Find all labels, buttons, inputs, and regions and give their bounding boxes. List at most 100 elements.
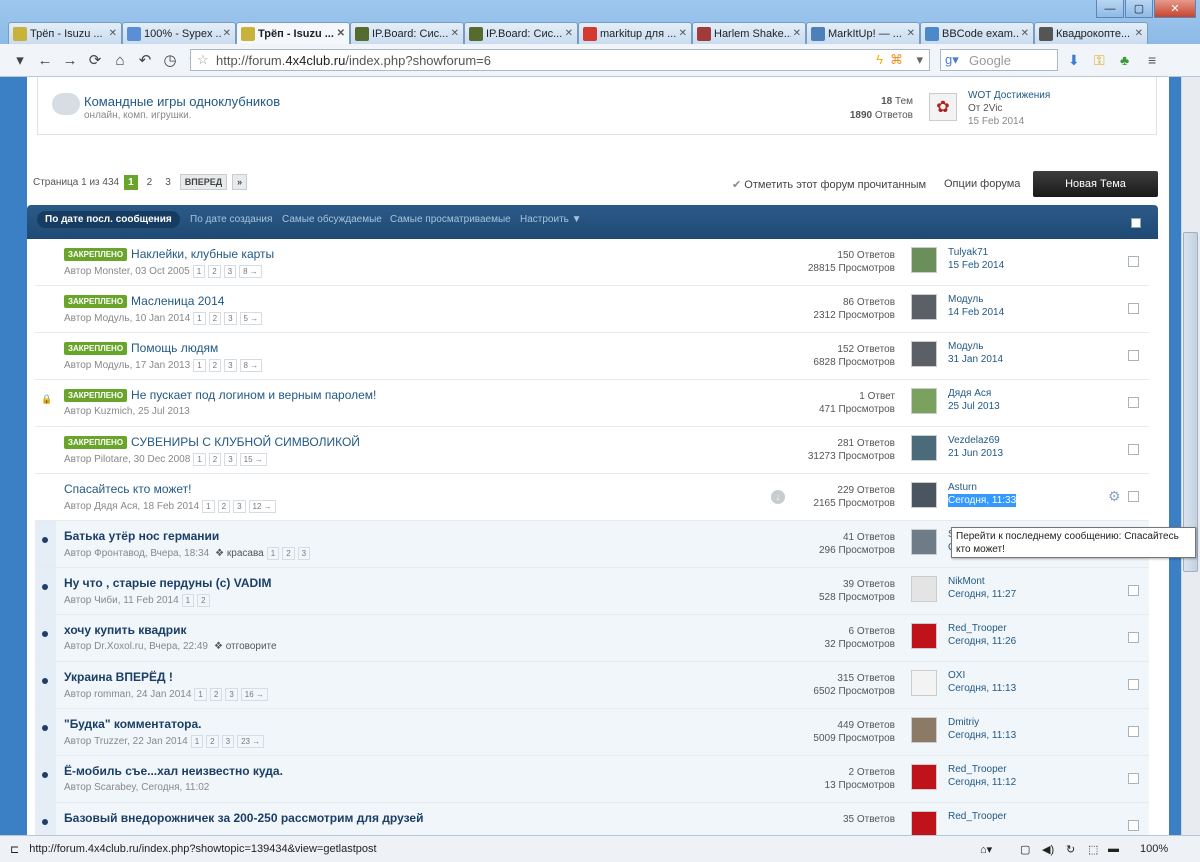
mini-page-link[interactable]: 2 bbox=[209, 688, 223, 701]
tab-close-icon[interactable]: ✕ bbox=[565, 28, 573, 39]
tab-close-icon[interactable]: ✕ bbox=[793, 28, 801, 39]
address-bar[interactable]: ☆ http://forum. 4x4club.ru/index.php?show… bbox=[190, 49, 930, 71]
last-poster-avatar[interactable] bbox=[911, 764, 937, 790]
history-icon[interactable]: ◷ bbox=[158, 48, 182, 72]
tab-customize[interactable]: Настроить ▼ bbox=[520, 214, 582, 225]
last-post-date[interactable]: Сегодня, 11:33 bbox=[948, 494, 1017, 507]
undo-icon[interactable]: ↶ bbox=[133, 48, 157, 72]
tab-most-discussed[interactable]: Самые обсуждаемые bbox=[282, 214, 382, 225]
last-poster-name[interactable]: Dmitriy bbox=[948, 716, 1016, 729]
last-poster-name[interactable]: Red_Trooper bbox=[948, 622, 1016, 635]
tab-close-icon[interactable]: ✕ bbox=[679, 28, 687, 39]
topic-row[interactable]: Спасайтесь кто может! Автор Дядя Ася, 18 … bbox=[35, 474, 1149, 521]
topic-row[interactable]: ЗАКРЕПЛЕНО Наклейки, клубные карты Автор M… bbox=[35, 239, 1149, 286]
mark-read-link[interactable]: ✔ Отметить этот форум прочитанным bbox=[732, 178, 926, 191]
tab-sort-last-post[interactable]: По дате посл. сообщения bbox=[37, 211, 180, 228]
mini-page-link[interactable]: 3 bbox=[221, 735, 235, 748]
dropdown-icon[interactable]: ▾ bbox=[916, 52, 923, 68]
browser-tab[interactable]: IP.Board: Сис... ✕ bbox=[350, 22, 464, 44]
topic-row[interactable]: Ё-мобиль съе...хал неизвестно куда. Автор… bbox=[35, 756, 1149, 803]
tab-close-icon[interactable]: ✕ bbox=[337, 28, 345, 39]
topic-checkbox[interactable] bbox=[1128, 726, 1139, 737]
mini-page-link[interactable]: 23 → bbox=[237, 735, 265, 748]
topic-row[interactable]: "Будка" комментатора. Автор Truzzer, 22 J… bbox=[35, 709, 1149, 756]
topic-title[interactable]: Ё-мобиль съе...хал неизвестно куда. bbox=[64, 764, 283, 778]
last-poster-avatar[interactable] bbox=[911, 247, 937, 273]
topic-checkbox[interactable] bbox=[1128, 773, 1139, 784]
topic-title[interactable]: Не пускает под логином и верным паролем! bbox=[131, 388, 376, 402]
topic-checkbox[interactable] bbox=[1128, 585, 1139, 596]
last-post-date[interactable]: 21 Jun 2013 bbox=[948, 447, 1003, 460]
topic-title[interactable]: хочу купить квадрик bbox=[64, 623, 187, 637]
topic-row[interactable]: Украина ВПЕРЁД ! Автор romman, 24 Jan 201… bbox=[35, 662, 1149, 709]
topic-row[interactable]: ЗАКРЕПЛЕНО Масленица 2014 Автор Модуль, 10… bbox=[35, 286, 1149, 333]
browser-tab[interactable]: 100% - Sypex ... ✕ bbox=[122, 22, 236, 44]
home-icon[interactable]: ⌂ bbox=[108, 48, 132, 72]
last-poster-avatar[interactable] bbox=[911, 623, 937, 649]
mini-page-link[interactable]: 1 bbox=[192, 265, 206, 278]
topic-title[interactable]: Базовый внедорожничек за 200-250 рассмот… bbox=[64, 811, 423, 825]
search-field[interactable]: g▾ Google bbox=[940, 49, 1058, 71]
jump-unread-icon[interactable]: ↓ bbox=[771, 490, 785, 504]
topic-row[interactable]: ЗАКРЕПЛЕНО СУВЕНИРЫ С КЛУБНОЙ СИМВОЛИКОЙ А… bbox=[35, 427, 1149, 474]
topic-title[interactable]: Наклейки, клубные карты bbox=[131, 247, 274, 261]
sync-icon[interactable]: ↻ bbox=[1066, 843, 1075, 856]
download-icon[interactable]: ⬇ bbox=[1068, 52, 1080, 69]
mini-page-link[interactable]: 1 bbox=[193, 312, 206, 325]
last-poster-name[interactable]: OXI bbox=[948, 669, 1016, 682]
minimize-button[interactable]: — bbox=[1096, 0, 1124, 18]
last-poster-avatar[interactable] bbox=[911, 717, 937, 743]
last-poster-avatar[interactable] bbox=[911, 811, 937, 835]
last-poster-avatar[interactable] bbox=[911, 529, 937, 555]
browser-tab[interactable]: Трёп - Isuzu ... ✕ bbox=[8, 22, 122, 44]
mini-page-link[interactable]: 16 → bbox=[240, 688, 268, 701]
last-poster-avatar[interactable] bbox=[911, 435, 937, 461]
panel-icon[interactable]: ▢ bbox=[1020, 843, 1030, 856]
topic-tag[interactable]: ❖ красава bbox=[215, 548, 264, 559]
unread-dot-icon[interactable] bbox=[42, 678, 48, 684]
tab-close-icon[interactable]: ✕ bbox=[109, 28, 117, 39]
tab-close-icon[interactable]: ✕ bbox=[223, 28, 231, 39]
reload-icon[interactable]: ⟳ bbox=[83, 48, 107, 72]
last-poster-name[interactable]: Asturn bbox=[948, 481, 1016, 494]
select-all-checkbox[interactable] bbox=[1131, 218, 1141, 228]
rss-icon[interactable]: ⌘ bbox=[890, 52, 903, 68]
mini-page-link[interactable]: 3 bbox=[224, 312, 237, 325]
last-post-title[interactable]: WOT Достижения bbox=[968, 89, 1050, 102]
sidebar-toggle-icon[interactable]: ⊏ bbox=[10, 843, 19, 856]
zoom-reset-icon[interactable]: ⬚ bbox=[1088, 843, 1098, 856]
last-post-date[interactable]: 15 Feb 2014 bbox=[948, 259, 1004, 272]
topic-checkbox[interactable] bbox=[1128, 820, 1139, 831]
last-post-date[interactable]: Сегодня, 11:13 bbox=[948, 682, 1016, 695]
mini-page-link[interactable]: 1 bbox=[190, 735, 204, 748]
tab-close-icon[interactable]: ✕ bbox=[451, 28, 459, 39]
unread-dot-icon[interactable] bbox=[42, 584, 48, 590]
gear-icon[interactable]: ⚙ bbox=[1108, 488, 1121, 505]
topic-title[interactable]: "Будка" комментатора. bbox=[64, 717, 201, 731]
tab-sort-created[interactable]: По дате создания bbox=[190, 214, 272, 225]
last-poster-avatar[interactable] bbox=[911, 482, 937, 508]
tab-close-icon[interactable]: ✕ bbox=[1135, 28, 1143, 39]
maximize-button[interactable]: ▢ bbox=[1125, 0, 1153, 18]
topic-tag[interactable]: ❖ отговорите bbox=[214, 641, 277, 652]
topic-checkbox[interactable] bbox=[1128, 350, 1139, 361]
tab-close-icon[interactable]: ✕ bbox=[907, 28, 915, 39]
last-post-date[interactable]: Сегодня, 11:12 bbox=[948, 776, 1016, 789]
last-poster-name[interactable]: Vezdelaz69 bbox=[948, 434, 1003, 447]
mini-page-link[interactable]: 2 bbox=[208, 453, 222, 466]
browser-tab[interactable]: BBCode exam... ✕ bbox=[920, 22, 1034, 44]
mini-page-link[interactable]: 1 bbox=[202, 500, 215, 513]
forum-options-link[interactable]: Опции форума bbox=[944, 178, 1020, 190]
topic-checkbox[interactable] bbox=[1128, 679, 1139, 690]
mini-page-link[interactable]: 3 bbox=[223, 265, 237, 278]
last-poster-avatar[interactable] bbox=[911, 576, 937, 602]
last-page-button[interactable]: » bbox=[232, 174, 248, 190]
mini-page-link[interactable]: 2 bbox=[282, 547, 295, 560]
tab-most-viewed[interactable]: Самые просматриваемые bbox=[390, 214, 511, 225]
scrollbar-thumb[interactable] bbox=[1183, 232, 1198, 572]
mini-page-link[interactable]: 1 bbox=[181, 594, 195, 607]
topic-checkbox[interactable] bbox=[1128, 303, 1139, 314]
last-poster-name[interactable]: Tulyak71 bbox=[948, 246, 1004, 259]
forward-icon[interactable]: → bbox=[58, 48, 82, 72]
mini-page-link[interactable]: 2 bbox=[197, 594, 210, 607]
